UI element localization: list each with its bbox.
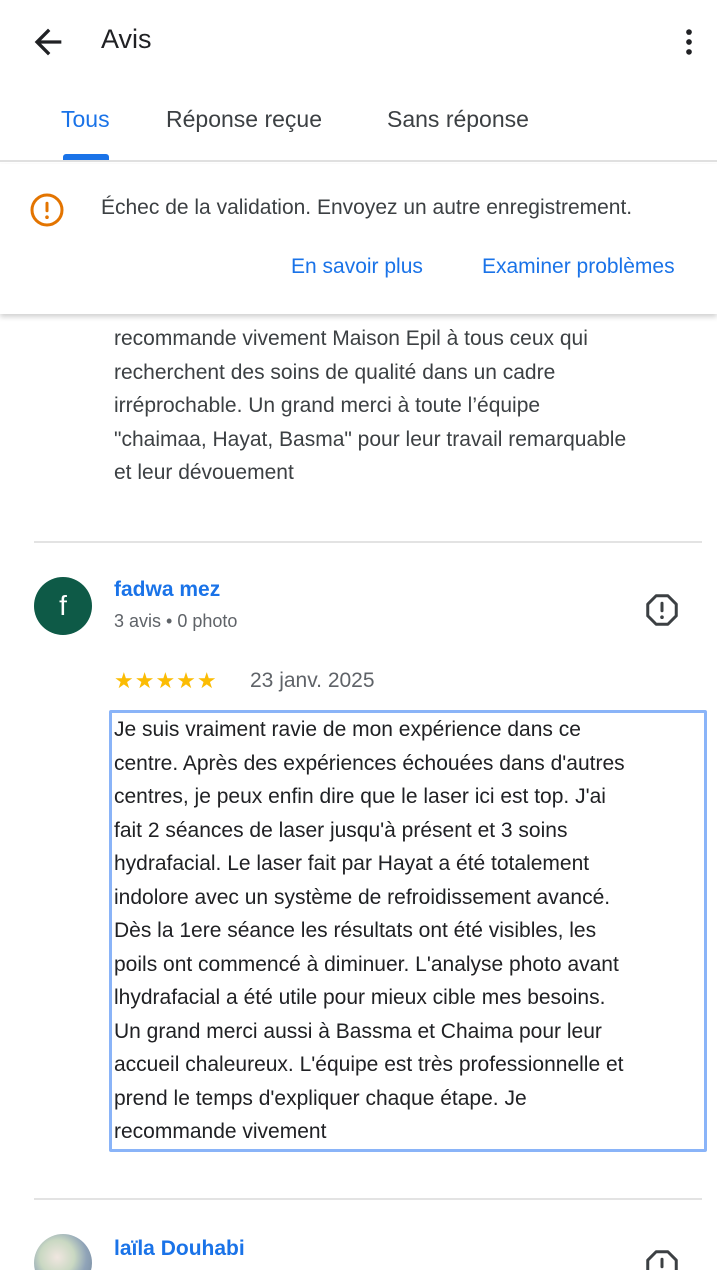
tab-all[interactable]: Tous xyxy=(61,106,110,133)
warning-circle-icon xyxy=(30,193,64,227)
report-icon[interactable] xyxy=(644,1248,680,1270)
review-text-line: recommande vivement xyxy=(114,1120,327,1143)
page-title: Avis xyxy=(101,24,152,54)
review-text-line: poils ont commencé à diminuer. L'analyse… xyxy=(114,952,619,976)
banner-message: Échec de la validation. Envoyez un autre… xyxy=(101,196,633,219)
review-text-line: Dès la 1ere séance les résultats ont été… xyxy=(114,919,597,942)
tab-bar: Tous Réponse reçue Sans réponse xyxy=(0,84,717,162)
reviewer-name[interactable]: laïla Douhabi xyxy=(114,1237,245,1261)
review-text-line: centre. Après des expériences échouées d… xyxy=(114,751,625,775)
review-text-line: Un grand merci aussi à Bassma et Chaima … xyxy=(114,1019,602,1043)
review-text-line: lhydrafacial a été utile pour mieux cibl… xyxy=(114,986,606,1009)
avatar-photo[interactable] xyxy=(34,1234,92,1270)
review-text-line: prend le temps d'expliquer chaque étape.… xyxy=(114,1086,527,1110)
app-bar: Avis xyxy=(0,0,717,84)
report-icon[interactable] xyxy=(644,592,680,628)
tab-unanswered[interactable]: Sans réponse xyxy=(387,106,529,133)
review-text-line: recommande vivement Maison Epil à tous c… xyxy=(114,327,588,350)
star-rating: ★★★★★ xyxy=(114,668,218,693)
review-text-line: Je suis vraiment ravie de mon expérience… xyxy=(114,718,581,741)
tab-answered[interactable]: Réponse reçue xyxy=(166,106,322,133)
reviewer-meta: 3 avis • 0 photo xyxy=(114,611,238,631)
review-issues-link[interactable]: Examiner problèmes xyxy=(482,255,675,279)
previous-review-text: recommande vivement Maison Epil à tous c… xyxy=(114,322,704,490)
review-date: 23 janv. 2025 xyxy=(250,669,375,692)
reviewer-name[interactable]: fadwa mez xyxy=(114,578,220,602)
review-text-line: centres, je peux enfin dire que le laser… xyxy=(114,785,606,808)
review-text-line: indolore avec un système de refroidissem… xyxy=(114,885,611,909)
review-text-line: "chaimaa, Hayat, Basma" pour leur travai… xyxy=(114,427,627,451)
divider xyxy=(34,1198,702,1200)
learn-more-link[interactable]: En savoir plus xyxy=(291,255,423,279)
back-arrow-icon[interactable] xyxy=(28,22,68,62)
divider xyxy=(34,541,702,543)
active-tab-indicator xyxy=(63,154,109,160)
validation-banner: Échec de la validation. Envoyez un autre… xyxy=(0,164,717,314)
review-text-line: et leur dévouement xyxy=(114,461,294,484)
review-text-line: hydrafacial. Le laser fait par Hayat a é… xyxy=(114,852,590,875)
review-text[interactable]: Je suis vraiment ravie de mon expérience… xyxy=(114,713,700,1149)
review-text-line: recherchent des soins de qualité dans un… xyxy=(114,360,556,384)
review-text-line: fait 2 séances de laser jusqu'à présent … xyxy=(114,818,568,842)
more-vert-icon[interactable] xyxy=(672,22,706,62)
avatar[interactable]: f xyxy=(34,577,92,635)
review-text-line: accueil chaleureux. L'équipe est très pr… xyxy=(114,1053,624,1076)
review-text-line: irréprochable. Un grand merci à toute l’… xyxy=(114,394,541,417)
